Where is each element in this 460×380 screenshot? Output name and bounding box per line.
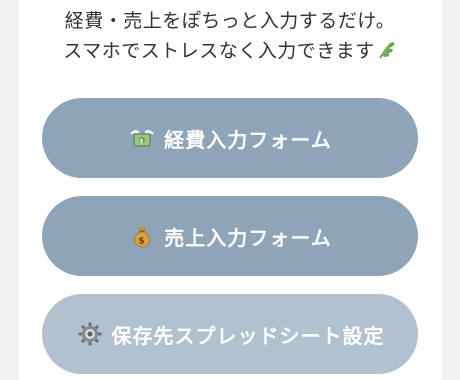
svg-text:$: $ xyxy=(139,237,146,247)
spreadsheet-settings-label: 保存先スプレッドシート設定 xyxy=(111,323,385,348)
intro-line-1: 経費・売上をぽちっと入力するだけ。 xyxy=(64,10,396,32)
intro-line-2: スマホでストレスなく入力できます xyxy=(63,40,375,62)
gear-icon xyxy=(76,320,104,348)
page: 経費・売上をぽちっと入力するだけ。 スマホでストレスなく入力できます $ 経費入… xyxy=(0,0,460,380)
intro-line-2-wrap: スマホでストレスなく入力できます xyxy=(18,36,442,69)
money-bag-icon: $ xyxy=(128,222,156,250)
sales-form-label: 売上入力フォーム xyxy=(164,225,332,250)
spreadsheet-settings-button[interactable]: 保存先スプレッドシート設定 xyxy=(42,294,418,374)
content-card: 経費・売上をぽちっと入力するだけ。 スマホでストレスなく入力できます $ 経費入… xyxy=(18,0,442,380)
sales-form-button[interactable]: $ 売上入力フォーム xyxy=(42,196,418,276)
expense-form-button[interactable]: $ 経費入力フォーム xyxy=(42,98,418,178)
herb-leaf-icon xyxy=(377,39,397,69)
expense-form-label: 経費入力フォーム xyxy=(164,127,332,152)
intro-text: 経費・売上をぽちっと入力するだけ。 スマホでストレスなく入力できます xyxy=(18,6,442,69)
money-with-wings-icon: $ xyxy=(128,124,156,152)
svg-text:$: $ xyxy=(140,138,144,144)
